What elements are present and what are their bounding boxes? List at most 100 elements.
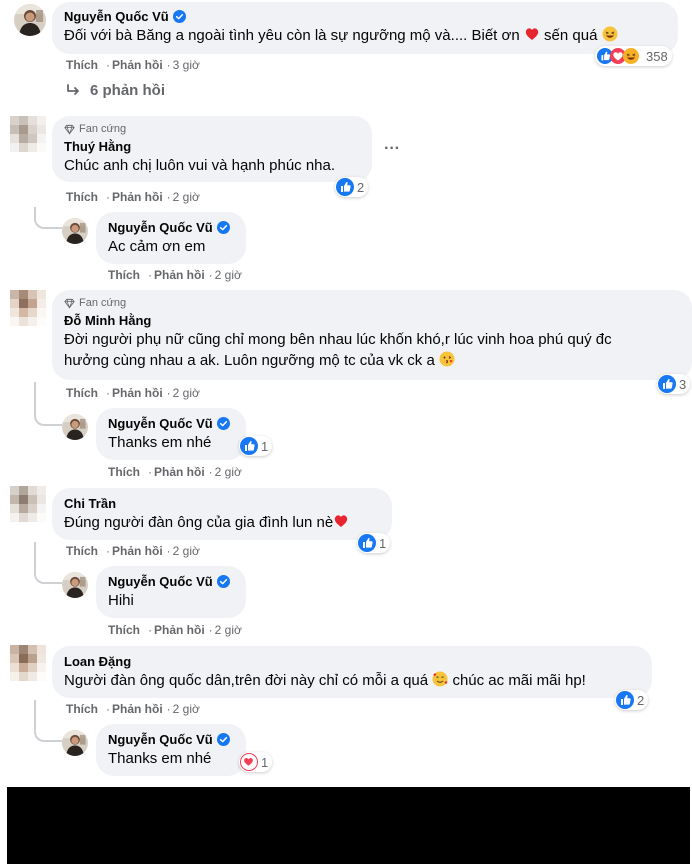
author-name[interactable]: Nguyễn Quốc Vũ (108, 573, 213, 590)
author-name[interactable]: Nguyễn Quốc Vũ (108, 731, 213, 748)
like-link[interactable]: Thích (66, 544, 98, 558)
verified-badge-icon (217, 417, 230, 430)
reaction-summary[interactable]: 1 (239, 436, 273, 456)
author-name[interactable]: Đỗ Minh Hằng (64, 312, 151, 329)
avatar[interactable] (10, 645, 46, 681)
author-name[interactable]: Nguyễn Quốc Vũ (108, 415, 213, 432)
badge-label: Fan cứng (79, 123, 127, 135)
reply-link[interactable]: Phản hồi (154, 268, 205, 282)
avatar[interactable] (62, 730, 88, 756)
reply-link[interactable]: Phản hồi (112, 190, 163, 204)
thread-line (34, 542, 62, 584)
comment-text: Ac cảm ơn em (108, 238, 206, 255)
comment-actions: Thích · Phản hồi · 2 giờ (66, 702, 200, 716)
avatar[interactable] (62, 572, 88, 598)
comment-bubble: Nguyễn Quốc Vũ Đối với bà Băng a ngoài t… (52, 2, 678, 54)
like-link[interactable]: Thích (66, 190, 98, 204)
author-name[interactable]: Chi Trần (64, 495, 116, 512)
avatar[interactable] (62, 414, 88, 440)
author-name[interactable]: Loan Đặng (64, 653, 131, 670)
reply-link[interactable]: Phản hồi (112, 544, 163, 558)
comment-text: Đối với bà Băng a ngoài tình yêu còn là … (64, 25, 666, 46)
like-link[interactable]: Thích (108, 623, 140, 637)
timestamp[interactable]: 2 giờ (173, 702, 200, 716)
smiling-hearts-emoji-icon (432, 671, 449, 687)
separator: · (166, 386, 171, 400)
reply-link[interactable]: Phản hồi (112, 58, 163, 72)
reaction-summary[interactable]: 358 (595, 46, 672, 66)
avatar[interactable] (14, 4, 46, 36)
comment-bubble: Fan cứng Thuý Hằng Chúc anh chị luôn vui… (52, 116, 372, 182)
heart-emoji-icon (335, 515, 348, 527)
reaction-count: 1 (379, 535, 387, 551)
timestamp[interactable]: 3 giờ (173, 58, 200, 72)
avatar[interactable] (10, 116, 46, 152)
reply-arrow-icon (67, 83, 79, 95)
verified-badge-icon (217, 221, 230, 234)
more-options-button[interactable]: ··· (384, 140, 400, 158)
comment-actions: Thích · Phản hồi · 2 giờ (66, 190, 200, 204)
comment-text: Đời người phụ nữ cũng chỉ mong bên nhau … (64, 331, 612, 348)
like-reaction-icon (616, 691, 634, 709)
reply-link[interactable]: Phản hồi (112, 702, 163, 716)
comment-actions: Thích · Phản hồi · 2 giờ (66, 386, 200, 400)
timestamp[interactable]: 2 giờ (215, 623, 242, 637)
separator: · (106, 190, 110, 204)
comment-text-part: Người đàn ông quốc dân,trên đời này chỉ … (64, 672, 429, 689)
comment-text: Thanks em nhé (108, 434, 212, 451)
like-link[interactable]: Thích (108, 268, 140, 282)
fan-badge: Fan cứng (64, 122, 360, 136)
comment-text: Đúng người đàn ông của gia đình lun nè (64, 512, 380, 533)
separator: · (166, 544, 171, 558)
comment-text: Chúc anh chị luôn vui và hạnh phúc nha. (64, 157, 336, 174)
verified-badge-icon (173, 10, 186, 23)
like-link[interactable]: Thích (66, 702, 98, 716)
avatar[interactable] (62, 218, 88, 244)
separator: · (208, 465, 213, 479)
kiss-emoji-icon (439, 351, 455, 367)
like-link[interactable]: Thích (108, 465, 140, 479)
avatar[interactable] (10, 486, 46, 522)
separator: · (166, 190, 171, 204)
reply-bubble: Nguyễn Quốc Vũ Thanks em nhé (96, 724, 246, 776)
reaction-summary[interactable]: 2 (615, 690, 649, 710)
author-name[interactable]: Thuý Hằng (64, 138, 131, 155)
comment-text: hưởng cùng nhau a ak. Luôn ngưỡng mộ tc … (64, 350, 680, 371)
timestamp[interactable]: 2 giờ (215, 268, 242, 282)
comment-bubble: Fan cứng Đỗ Minh Hằng Đời người phụ nữ c… (52, 290, 692, 380)
separator: · (148, 268, 152, 282)
comment-actions: Thích · Phản hồi · 2 giờ (108, 268, 242, 282)
like-link[interactable]: Thích (66, 58, 98, 72)
reaction-summary[interactable]: 1 (239, 752, 273, 772)
timestamp[interactable]: 2 giờ (173, 386, 200, 400)
comment-actions: Thích · Phản hồi · 3 giờ (66, 58, 200, 72)
reaction-summary[interactable]: 1 (357, 533, 391, 553)
reaction-summary[interactable]: 3 (657, 374, 691, 394)
comment-text: Hihi (108, 592, 134, 609)
comment-author[interactable]: Nguyễn Quốc Vũ (64, 8, 666, 25)
separator: · (166, 702, 171, 716)
like-link[interactable]: Thích (66, 386, 98, 400)
reaction-count: 358 (646, 48, 668, 64)
timestamp[interactable]: 2 giờ (173, 190, 200, 204)
author-name[interactable]: Nguyễn Quốc Vũ (108, 219, 213, 236)
timestamp[interactable]: 2 giờ (173, 544, 200, 558)
like-reaction-icon (658, 375, 676, 393)
avatar[interactable] (10, 290, 46, 326)
timestamp[interactable]: 2 giờ (215, 465, 242, 479)
comment-bubble: Chi Trần Đúng người đàn ông của gia đình… (52, 488, 392, 540)
reply-link[interactable]: Phản hồi (154, 465, 205, 479)
reply-link[interactable]: Phản hồi (154, 623, 205, 637)
separator: · (106, 702, 110, 716)
reaction-summary[interactable]: 2 (335, 177, 369, 197)
reaction-count: 2 (357, 179, 365, 195)
reaction-count: 2 (637, 692, 645, 708)
view-replies-link[interactable]: 6 phản hồi (66, 82, 165, 99)
author-name[interactable]: Nguyễn Quốc Vũ (64, 8, 169, 25)
thread-line (34, 700, 62, 742)
thread-line (34, 207, 62, 229)
reaction-count: 1 (261, 754, 269, 770)
view-replies-label[interactable]: 6 phản hồi (90, 82, 165, 99)
reply-link[interactable]: Phản hồi (112, 386, 163, 400)
comment-actions: Thích · Phản hồi · 2 giờ (66, 544, 200, 558)
